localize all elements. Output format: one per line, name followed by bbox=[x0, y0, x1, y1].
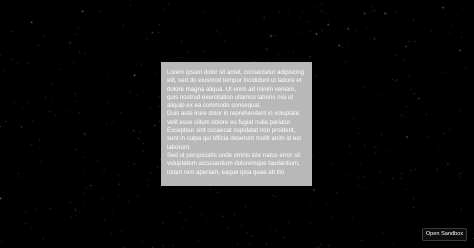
lorem-text-card: Lorem ipsum dolor sit amet, consectetur … bbox=[161, 62, 312, 186]
card-paragraph-3: Sed ut perspiciatis unde omnis iste natu… bbox=[167, 151, 301, 176]
card-paragraph-1: Lorem ipsum dolor sit amet, consectetur … bbox=[167, 69, 305, 110]
canvas-stage: Lorem ipsum dolor sit amet, consectetur … bbox=[0, 0, 474, 248]
open-sandbox-button[interactable]: Open Sandbox bbox=[422, 228, 467, 241]
card-paragraph-2: Duis aute irure dolor in reprehenderit i… bbox=[167, 110, 302, 151]
